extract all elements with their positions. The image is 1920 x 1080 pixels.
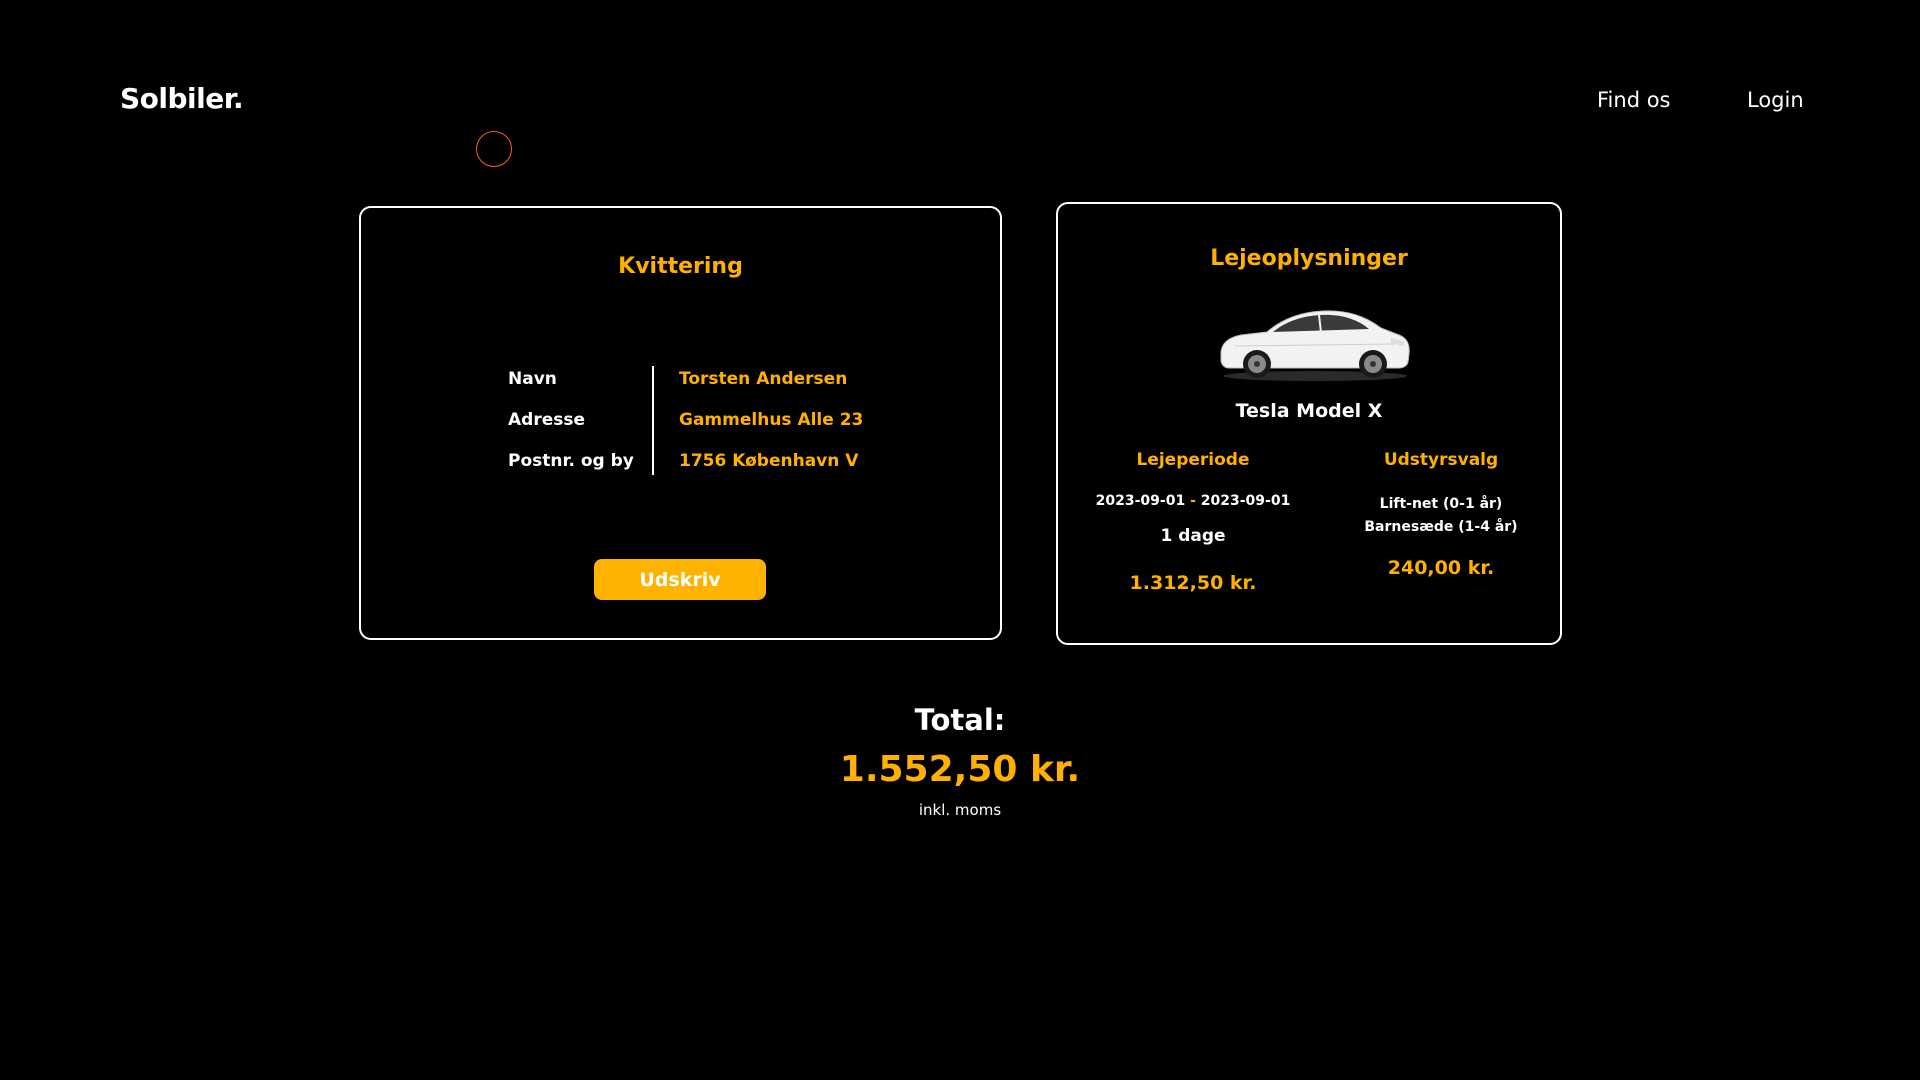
print-button[interactable]: Udskriv — [594, 559, 766, 600]
name-label: Navn — [508, 369, 557, 389]
total-vat-note: inkl. moms — [918, 801, 1002, 819]
postal-city-label: Postnr. og by — [508, 451, 634, 471]
rental-period-dates: 2023-09-01 - 2023-09-01 — [1058, 493, 1328, 509]
equipment-heading: Udstyrsvalg — [1383, 450, 1499, 470]
name-value: Torsten Andersen — [679, 369, 848, 389]
receipt-title: Kvittering — [618, 254, 743, 279]
period-start-date: 2023-09-01 — [1095, 493, 1186, 509]
address-label: Adresse — [508, 410, 586, 430]
receipt-card: Kvittering Navn Adresse Postnr. og by To… — [359, 206, 1002, 640]
nav-login-link[interactable]: Login — [1747, 88, 1804, 112]
equipment-column: Udstyrsvalg Lift-net (0-1 år) Barnesæde … — [1318, 450, 1564, 579]
total-value: 1.552,50 kr. — [839, 749, 1081, 790]
equipment-item: Lift-net (0-1 år) — [1379, 496, 1503, 512]
rental-period-price: 1.312,50 kr. — [1129, 572, 1257, 594]
equipment-list: Lift-net (0-1 år) Barnesæde (1-4 år) — [1318, 493, 1564, 539]
page: Solbiler. Find os Login Kvittering Navn … — [0, 0, 1920, 1080]
receipt-divider — [652, 366, 654, 475]
rental-title: Lejeoplysninger — [1210, 246, 1408, 271]
period-date-separator: - — [1190, 493, 1196, 509]
rental-card: Lejeoplysninger Tesla Model X Lejeperiod… — [1056, 202, 1562, 645]
rental-period-column: Lejeperiode 2023-09-01 - 2023-09-01 1 da… — [1058, 450, 1328, 594]
total-label: Total: — [914, 703, 1006, 737]
period-end-date: 2023-09-01 — [1200, 493, 1291, 509]
address-value: Gammelhus Alle 23 — [679, 410, 864, 430]
equipment-item: Barnesæde (1-4 år) — [1364, 519, 1518, 535]
postal-city-value: 1756 København V — [679, 451, 859, 471]
car-name: Tesla Model X — [1235, 400, 1383, 422]
rental-period-heading: Lejeperiode — [1136, 450, 1250, 470]
site-logo[interactable]: Solbiler. — [120, 82, 244, 115]
cursor-ring — [476, 131, 512, 167]
receipt-labels: Navn Adresse Postnr. og by — [508, 368, 648, 491]
rental-days: 1 dage — [1160, 526, 1226, 546]
receipt-values: Torsten Andersen Gammelhus Alle 23 1756 … — [679, 368, 979, 491]
equipment-price: 240,00 kr. — [1387, 557, 1495, 579]
nav-find-us-link[interactable]: Find os — [1597, 88, 1671, 112]
car-icon — [1220, 310, 1410, 381]
